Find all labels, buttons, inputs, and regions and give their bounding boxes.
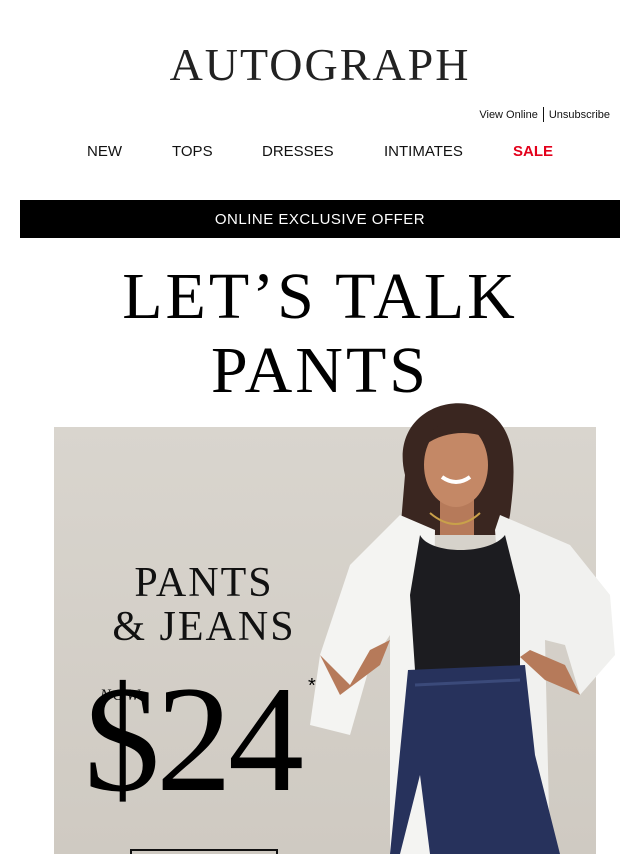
model-image [310,403,615,854]
shop-now-button[interactable] [130,849,278,854]
view-online-link[interactable]: View Online [479,109,538,121]
utility-links: View Online Unsubscribe [479,107,610,122]
nav-item-new[interactable]: NEW [87,143,122,160]
offer-banner-text: ONLINE EXCLUSIVE OFFER [214,210,426,228]
main-nav: NEW TOPS DRESSES INTIMATES SALE [0,143,640,161]
utility-divider [542,107,544,122]
headline-line-1: LET’S TALK [122,260,518,333]
nav-item-intimates[interactable]: INTIMATES [384,143,463,160]
offer-banner[interactable]: ONLINE EXCLUSIVE OFFER [20,200,620,238]
hero-headline: LET’S TALK PANTS [0,260,640,408]
unsubscribe-link[interactable]: Unsubscribe [549,109,610,121]
nav-item-dresses[interactable]: DRESSES [262,143,334,160]
nav-item-sale[interactable]: SALE [513,143,553,160]
brand-logo[interactable]: AUTOGRAPH [0,38,640,91]
nav-item-tops[interactable]: TOPS [172,143,213,160]
offer-price: $24 [84,655,304,823]
